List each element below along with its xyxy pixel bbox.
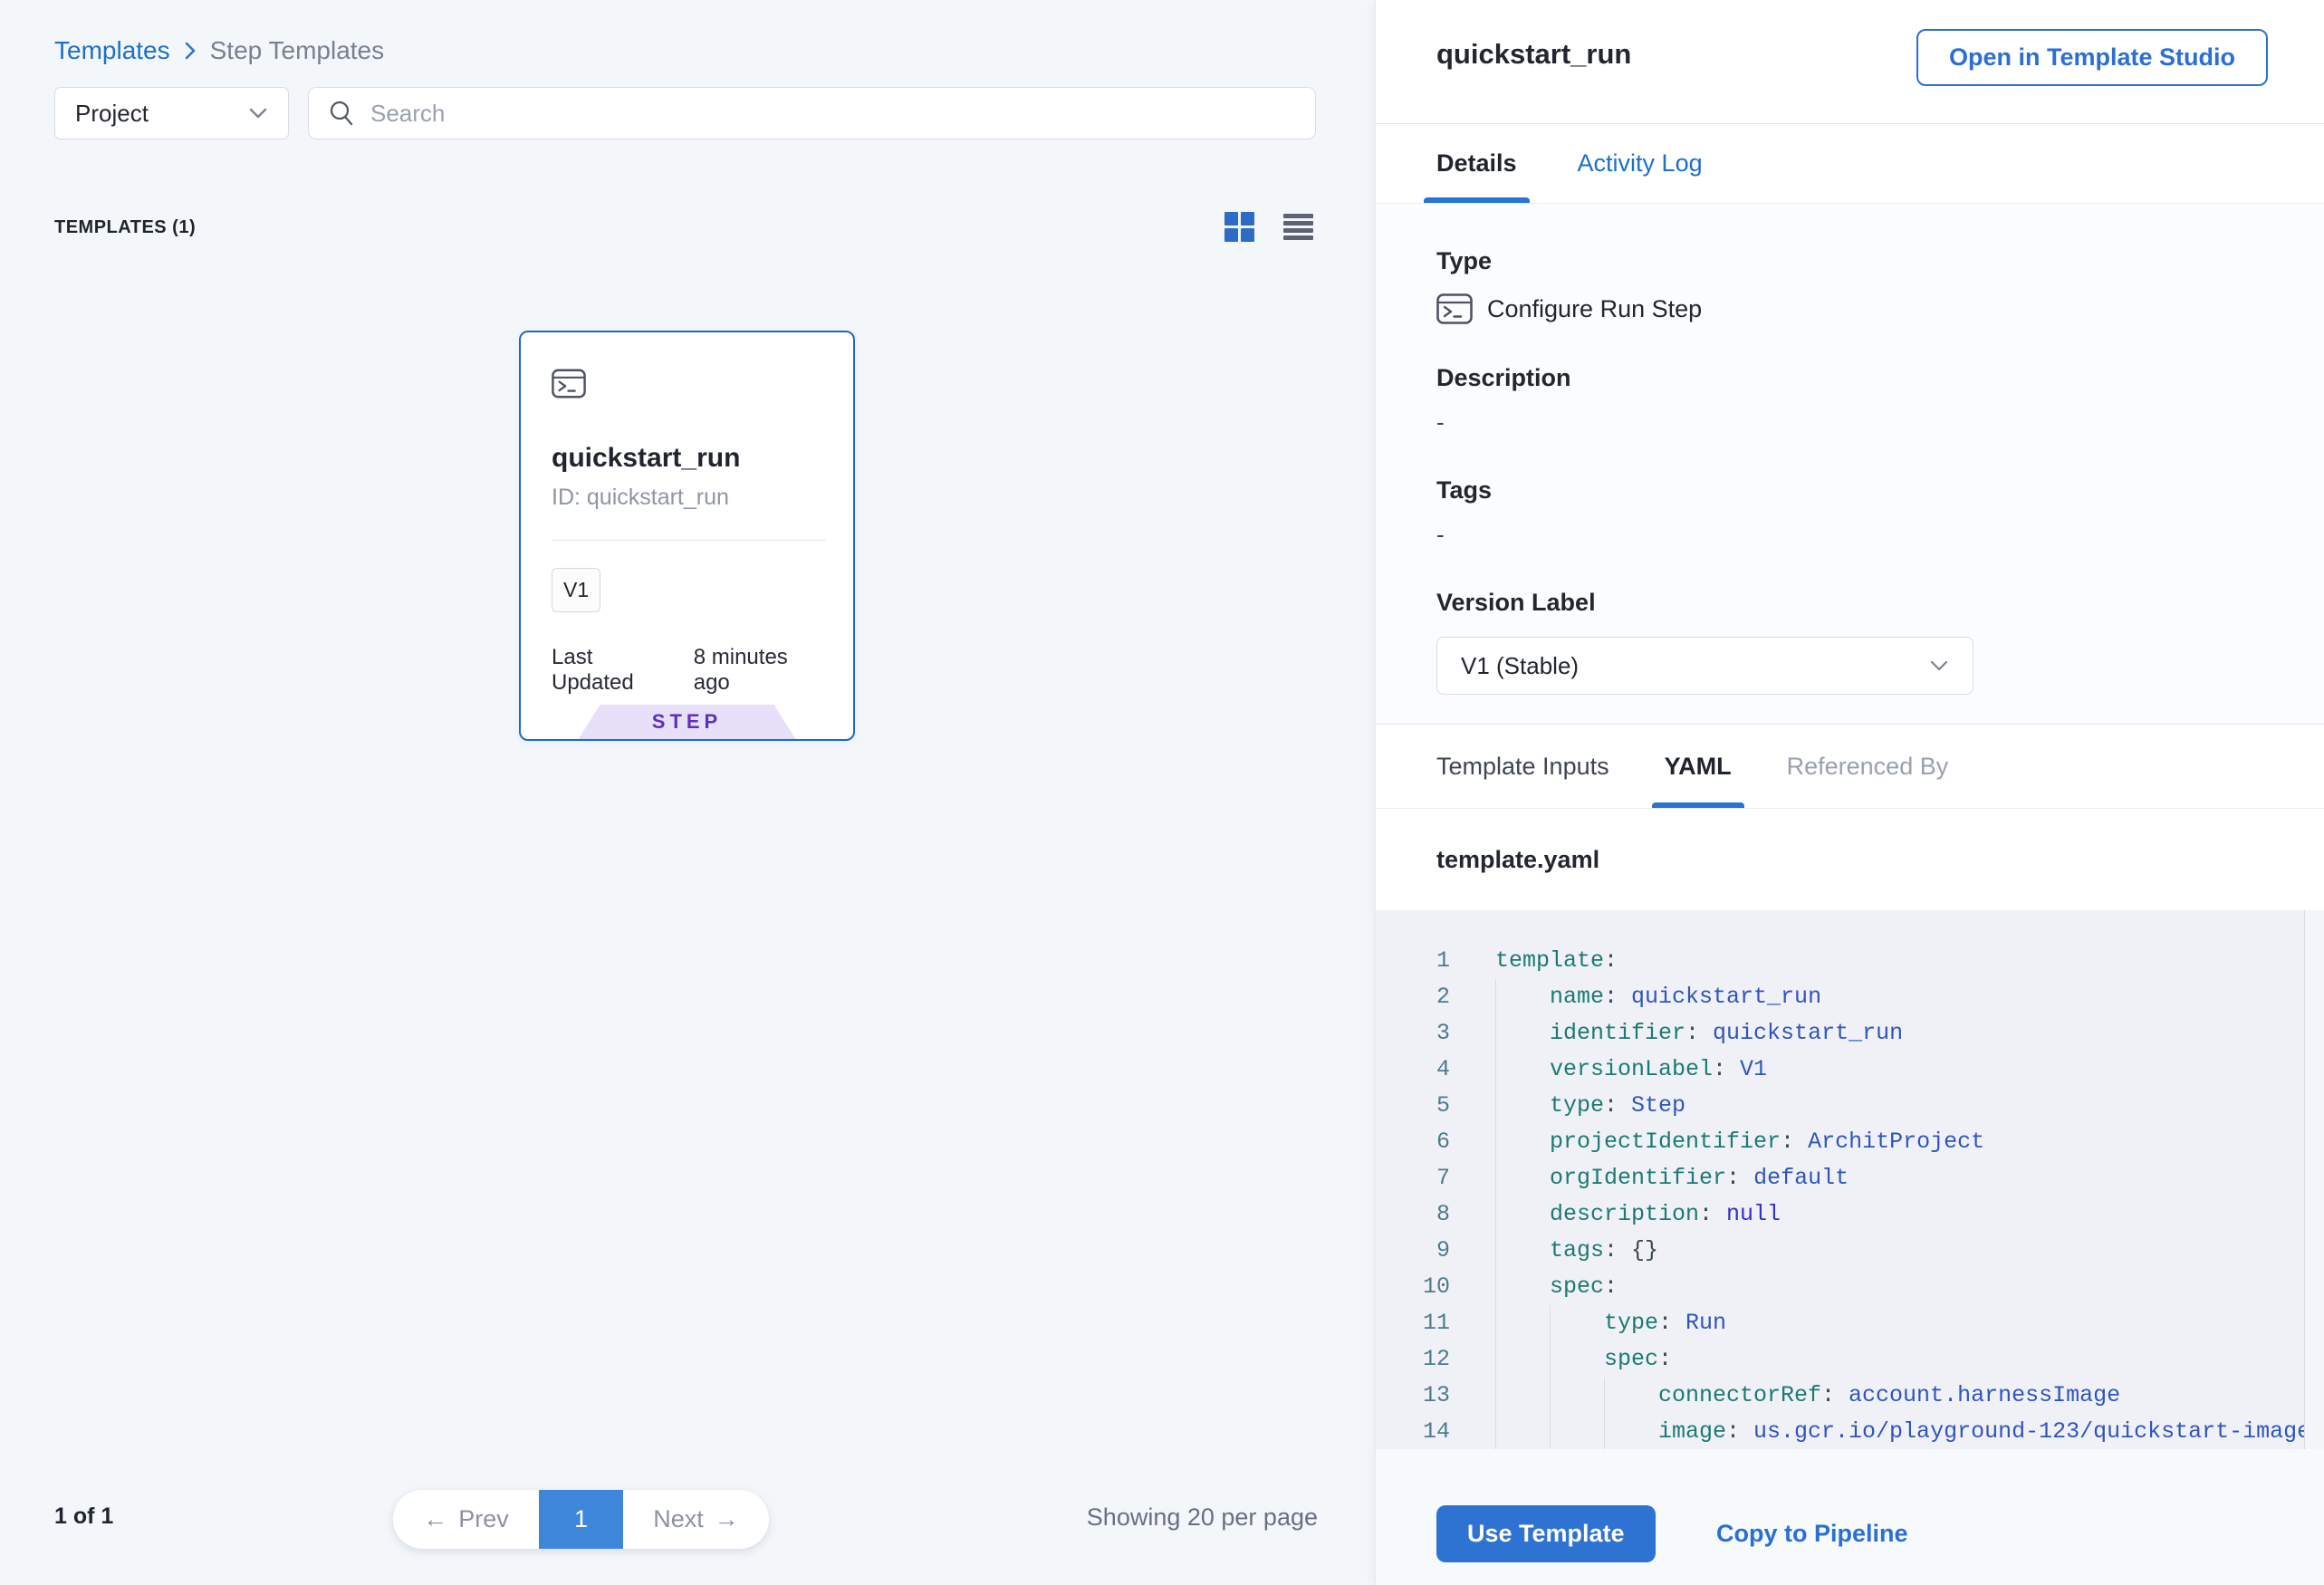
- search-field[interactable]: Search: [308, 87, 1316, 139]
- yaml-line: 11type: Run: [1376, 1305, 2324, 1341]
- tags-value: -: [1436, 521, 2324, 549]
- breadcrumb-current: Step Templates: [210, 36, 385, 65]
- tab-activity-log[interactable]: Activity Log: [1578, 124, 1703, 203]
- scope-selector-value: Project: [75, 100, 248, 128]
- copy-to-pipeline-link[interactable]: Copy to Pipeline: [1716, 1505, 1908, 1562]
- yaml-code-lines: 1template:2name: quickstart_run3identifi…: [1376, 943, 2324, 1449]
- version-label: Version Label: [1436, 589, 2324, 617]
- tab-yaml[interactable]: YAML: [1665, 725, 1732, 808]
- yaml-line: 4versionLabel: V1: [1376, 1052, 2324, 1088]
- template-card-id: ID: quickstart_run: [552, 485, 822, 511]
- use-template-button[interactable]: Use Template: [1436, 1505, 1656, 1562]
- page-count: 1 of 1: [54, 1503, 113, 1530]
- templates-page: Templates Step Templates Project Search …: [0, 0, 2324, 1585]
- yaml-tabbar: Template Inputs YAML Referenced By: [1376, 725, 2324, 809]
- tags-label: Tags: [1436, 476, 2324, 504]
- prev-page-button[interactable]: ← Prev: [393, 1490, 539, 1549]
- yaml-line: 12spec:: [1376, 1341, 2324, 1378]
- last-updated-row: Last Updated 8 minutes ago: [552, 645, 822, 696]
- type-label: Type: [1436, 247, 2324, 275]
- pagination: ← Prev 1 Next →: [393, 1490, 769, 1549]
- template-card[interactable]: quickstart_run ID: quickstart_run V1 Las…: [519, 331, 855, 741]
- list-view-icon[interactable]: [1283, 212, 1313, 242]
- yaml-line: 8description: null: [1376, 1196, 2324, 1233]
- step-type-ribbon: STEP: [579, 705, 796, 739]
- version-select[interactable]: V1 (Stable): [1436, 637, 1973, 695]
- yaml-line: 14image: us.gcr.io/playground-123/quicks…: [1376, 1414, 2324, 1449]
- search-placeholder: Search: [370, 100, 445, 128]
- type-value: Configure Run Step: [1487, 295, 1702, 323]
- search-icon: [327, 99, 356, 128]
- yaml-line: 9tags: {}: [1376, 1233, 2324, 1269]
- card-divider: [552, 540, 826, 541]
- tab-referenced-by[interactable]: Referenced By: [1787, 725, 1949, 808]
- yaml-line: 6projectIdentifier: ArchitProject: [1376, 1124, 2324, 1160]
- next-page-button[interactable]: Next →: [623, 1490, 769, 1549]
- description-label: Description: [1436, 364, 2324, 392]
- version-select-value: V1 (Stable): [1461, 652, 1929, 680]
- templates-count-label: TEMPLATES (1): [54, 217, 196, 238]
- editor-scrollbar[interactable]: [2304, 910, 2324, 1449]
- tab-template-inputs[interactable]: Template Inputs: [1436, 725, 1609, 808]
- yaml-file-header: template.yaml: [1376, 809, 2324, 910]
- chevron-down-icon: [1929, 659, 1949, 672]
- arrow-left-icon: ←: [423, 1505, 447, 1533]
- details-tabbar: Details Activity Log: [1376, 124, 2324, 204]
- breadcrumb: Templates Step Templates: [54, 36, 384, 65]
- view-toggle: [1224, 212, 1313, 242]
- details-body: Type Configure Run Step Description - Ta…: [1376, 204, 2324, 725]
- chevron-right-icon: [183, 40, 197, 62]
- last-updated-label: Last Updated: [552, 645, 674, 696]
- yaml-editor[interactable]: 1template:2name: quickstart_run3identifi…: [1376, 910, 2324, 1449]
- terminal-run-step-icon: [1436, 293, 1473, 324]
- yaml-line: 10spec:: [1376, 1269, 2324, 1305]
- details-title: quickstart_run: [1436, 38, 1631, 71]
- yaml-line: 13connectorRef: account.harnessImage: [1376, 1378, 2324, 1414]
- breadcrumb-templates-link[interactable]: Templates: [54, 36, 170, 65]
- yaml-line: 3identifier: quickstart_run: [1376, 1015, 2324, 1052]
- chevron-down-icon: [248, 107, 268, 120]
- details-footer: Use Template Copy to Pipeline: [1376, 1449, 2324, 1585]
- tab-details[interactable]: Details: [1436, 124, 1517, 203]
- terminal-run-step-icon: [552, 369, 586, 399]
- yaml-line: 5type: Step: [1376, 1088, 2324, 1124]
- scope-selector[interactable]: Project: [54, 87, 289, 139]
- yaml-line: 7orgIdentifier: default: [1376, 1160, 2324, 1196]
- current-page-button[interactable]: 1: [539, 1490, 623, 1549]
- per-page-label: Showing 20 per page: [1087, 1503, 1318, 1532]
- yaml-file-name: template.yaml: [1436, 846, 1599, 874]
- last-updated-value: 8 minutes ago: [694, 645, 822, 696]
- template-card-title: quickstart_run: [552, 443, 822, 474]
- yaml-line: 1template:: [1376, 943, 2324, 979]
- template-details-panel: quickstart_run Open in Template Studio D…: [1375, 0, 2324, 1585]
- yaml-line: 2name: quickstart_run: [1376, 979, 2324, 1015]
- type-value-row: Configure Run Step: [1436, 293, 2324, 324]
- open-template-studio-button[interactable]: Open in Template Studio: [1916, 29, 2268, 86]
- description-value: -: [1436, 408, 2324, 437]
- templates-list-panel: Templates Step Templates Project Search …: [0, 0, 1375, 1585]
- grid-view-icon[interactable]: [1224, 212, 1254, 242]
- details-header: quickstart_run Open in Template Studio: [1376, 0, 2324, 124]
- version-badge: V1: [552, 568, 600, 612]
- arrow-right-icon: →: [715, 1505, 739, 1533]
